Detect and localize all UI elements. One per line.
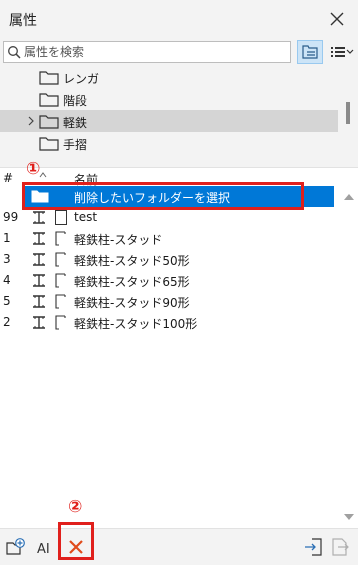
new-folder-icon[interactable] [6,537,26,557]
panel-titlebar: 属性 [0,0,358,38]
column-number-header[interactable]: # [3,171,13,185]
scroll-up-icon[interactable] [344,194,354,200]
stud-profile-icon [55,294,66,309]
folder-icon [31,190,49,203]
row-count: 99 [3,210,19,224]
annotation-marker-1: ① [26,159,41,179]
stud-profile-icon [55,252,66,267]
row-name: 軽鉄柱-スタッド100形 [74,317,198,331]
table-row[interactable]: 3 軽鉄柱-スタッド50形 [0,249,340,270]
list-scrollbar[interactable] [340,186,358,528]
import-icon[interactable] [304,537,324,557]
close-icon[interactable] [328,10,346,28]
export-icon[interactable] [330,537,350,557]
tree-item-label: レンガ [63,72,100,86]
i-beam-icon [33,316,45,329]
folder-tree-icon [302,45,318,59]
delete-icon[interactable] [66,537,86,557]
chevron-right-icon[interactable] [27,116,35,126]
table-row[interactable]: 2 軽鉄柱-スタッド100形 [0,312,340,333]
row-name: 軽鉄柱-スタッド [74,233,163,247]
folder-icon [39,137,59,151]
tree-item-label: 手摺 [63,138,88,152]
search-box [3,41,291,63]
search-row [0,38,358,66]
row-name: 軽鉄柱-スタッド50形 [74,254,190,268]
i-beam-icon [33,274,45,287]
tree-item-label: 軽鉄 [63,116,88,130]
list-dropdown-icon [331,47,354,57]
stud-profile-icon [55,231,66,246]
table-row[interactable]: 4 軽鉄柱-スタッド65形 [0,270,340,291]
folder-icon [39,115,59,129]
folder-tree: レンガ 階段 軽鉄 手摺 [0,66,358,154]
pane-splitter[interactable] [0,154,358,168]
rename-icon[interactable]: AI [36,537,56,557]
tree-item-renga[interactable]: レンガ [0,66,338,88]
tree-item-keitetsu[interactable]: 軽鉄 [0,110,338,132]
i-beam-icon [33,295,45,308]
search-input[interactable] [24,43,286,61]
i-beam-icon [33,232,45,245]
rename-glyph: AI [37,542,50,557]
row-name: test [74,210,98,224]
selected-folder-row[interactable]: 削除したいフォルダーを選択 [24,186,334,207]
folder-icon [39,71,59,85]
list-menu-button[interactable] [327,40,355,64]
row-count: 1 [3,231,11,245]
table-row[interactable]: 1 軽鉄柱-スタッド [0,228,340,249]
tree-item-kaidan[interactable]: 階段 [0,88,338,110]
attribute-list: 削除したいフォルダーを選択 99 test 1 軽鉄柱-スタッド 3 軽鉄柱-ス… [0,186,340,528]
stud-profile-icon [55,315,66,330]
tree-item-tesuri[interactable]: 手摺 [0,132,338,154]
scroll-down-icon[interactable] [344,514,354,520]
blank-item-icon [55,210,67,225]
table-row[interactable]: 99 test [0,207,340,228]
tree-scrollbar-thumb[interactable] [346,102,350,124]
i-beam-icon [33,211,45,224]
annotation-marker-2: ② [68,497,83,517]
row-name: 軽鉄柱-スタッド90形 [74,296,190,310]
folder-icon [39,93,59,107]
row-count: 4 [3,273,11,287]
panel-title: 属性 [9,13,37,29]
row-name: 削除したいフォルダーを選択 [74,191,231,205]
folder-view-button[interactable] [297,40,323,64]
i-beam-icon [33,253,45,266]
row-count: 3 [3,252,11,266]
column-header: # 名前 [0,168,340,187]
row-count: 2 [3,315,11,329]
row-count: 5 [3,294,11,308]
table-row[interactable]: 5 軽鉄柱-スタッド90形 [0,291,340,312]
search-icon [8,46,21,59]
stud-profile-icon [55,273,66,288]
row-name: 軽鉄柱-スタッド65形 [74,275,190,289]
tree-item-label: 階段 [63,94,88,108]
bottom-toolbar: AI [0,528,358,565]
